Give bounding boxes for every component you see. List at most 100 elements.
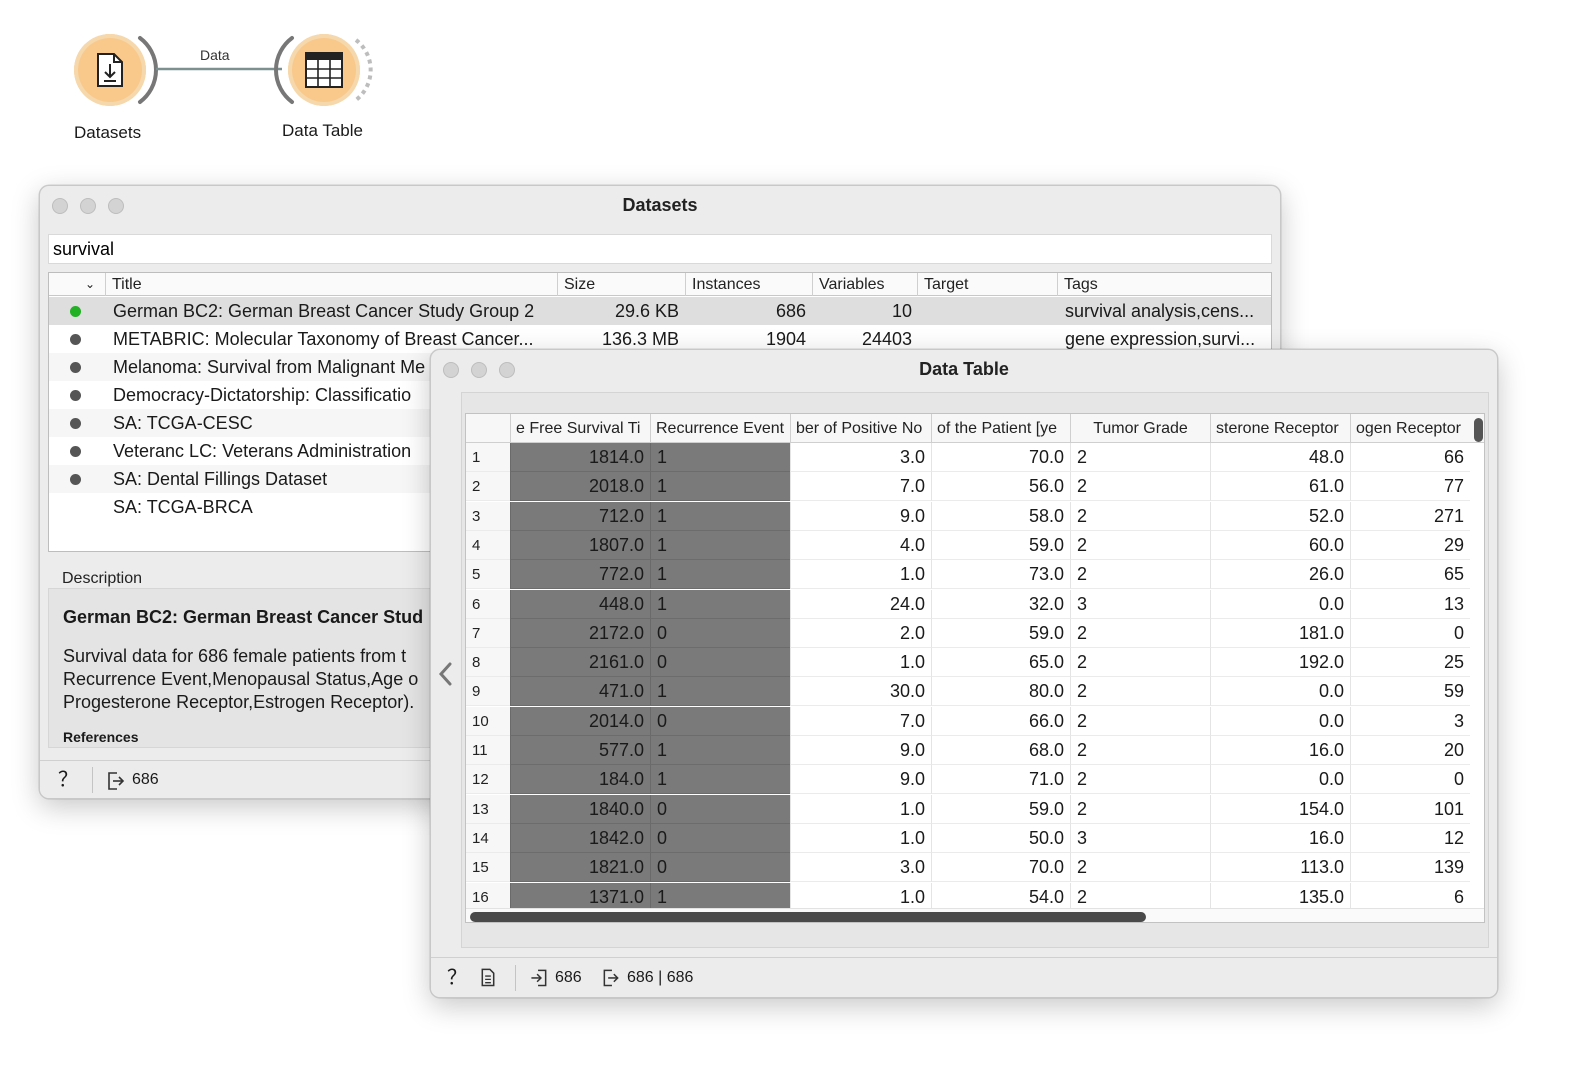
minimize-window-button[interactable] xyxy=(80,198,96,214)
column-header-positive-nodes[interactable]: ber of Positive No xyxy=(790,414,931,443)
table-row[interactable]: 3 712.0 1 9.0 58.0 2 52.0 271 xyxy=(466,501,1470,531)
cell-estrogen-receptor[interactable]: 271 xyxy=(1350,501,1470,531)
cell-progesterone-receptor[interactable]: 26.0 xyxy=(1210,560,1350,590)
cell-estrogen-receptor[interactable]: 3 xyxy=(1350,706,1470,736)
cell-tumor-grade[interactable]: 3 xyxy=(1070,823,1210,853)
row-number[interactable]: 9 xyxy=(466,677,510,707)
table-row[interactable]: 4 1807.0 1 4.0 59.0 2 60.0 29 xyxy=(466,530,1470,560)
cell-progesterone-receptor[interactable]: 16.0 xyxy=(1210,736,1350,765)
row-number[interactable]: 13 xyxy=(466,794,510,824)
row-number[interactable]: 7 xyxy=(466,618,510,648)
cell-recurrence-event[interactable]: 0 xyxy=(650,823,790,853)
cell-tumor-grade[interactable]: 2 xyxy=(1070,794,1210,824)
cell-patient-age[interactable]: 68.0 xyxy=(931,736,1070,765)
cell-survival-time[interactable]: 1821.0 xyxy=(510,853,650,883)
datasets-node[interactable]: Datasets xyxy=(0,0,160,150)
vertical-scrollbar[interactable] xyxy=(1474,418,1483,442)
column-header-tags[interactable]: Tags xyxy=(1057,273,1273,296)
row-number[interactable]: 1 xyxy=(466,443,510,472)
cell-positive-nodes[interactable]: 3.0 xyxy=(790,443,931,472)
minimize-window-button[interactable] xyxy=(471,362,487,378)
sort-chevron-icon[interactable]: ⌄ xyxy=(85,273,95,296)
cell-positive-nodes[interactable]: 1.0 xyxy=(790,560,931,590)
cell-tumor-grade[interactable]: 2 xyxy=(1070,560,1210,590)
cell-positive-nodes[interactable]: 9.0 xyxy=(790,765,931,795)
cell-tumor-grade[interactable]: 2 xyxy=(1070,618,1210,648)
cell-survival-time[interactable]: 772.0 xyxy=(510,560,650,590)
row-number[interactable]: 5 xyxy=(466,560,510,590)
table-row[interactable]: 8 2161.0 0 1.0 65.0 2 192.0 25 xyxy=(466,648,1470,678)
cell-recurrence-event[interactable]: 0 xyxy=(650,706,790,736)
cell-survival-time[interactable]: 1814.0 xyxy=(510,443,650,472)
help-icon[interactable]: ？ xyxy=(58,761,78,798)
cell-progesterone-receptor[interactable]: 48.0 xyxy=(1210,443,1350,472)
cell-progesterone-receptor[interactable]: 154.0 xyxy=(1210,794,1350,824)
column-header-instances[interactable]: Instances xyxy=(685,273,812,296)
table-row[interactable]: 10 2014.0 0 7.0 66.0 2 0.0 3 xyxy=(466,706,1470,736)
cell-positive-nodes[interactable]: 24.0 xyxy=(790,589,931,619)
cell-positive-nodes[interactable]: 4.0 xyxy=(790,530,931,560)
row-number[interactable]: 11 xyxy=(466,736,510,765)
cell-recurrence-event[interactable]: 1 xyxy=(650,560,790,590)
report-icon[interactable] xyxy=(479,958,497,996)
row-number[interactable]: 6 xyxy=(466,589,510,619)
table-row[interactable]: 9 471.0 1 30.0 80.0 2 0.0 59 xyxy=(466,677,1470,707)
cell-positive-nodes[interactable]: 9.0 xyxy=(790,736,931,765)
corner-header-cell[interactable] xyxy=(466,414,510,443)
cell-tumor-grade[interactable]: 2 xyxy=(1070,853,1210,883)
cell-estrogen-receptor[interactable]: 59 xyxy=(1350,677,1470,707)
cell-tumor-grade[interactable]: 2 xyxy=(1070,677,1210,707)
cell-patient-age[interactable]: 56.0 xyxy=(931,472,1070,502)
cell-recurrence-event[interactable]: 0 xyxy=(650,794,790,824)
cell-survival-time[interactable]: 1807.0 xyxy=(510,530,650,560)
table-row[interactable]: 15 1821.0 0 3.0 70.0 2 113.0 139 xyxy=(466,853,1470,883)
cell-patient-age[interactable]: 59.0 xyxy=(931,794,1070,824)
cell-tumor-grade[interactable]: 3 xyxy=(1070,589,1210,619)
cell-survival-time[interactable]: 1842.0 xyxy=(510,823,650,853)
column-header-target[interactable]: Target xyxy=(917,273,1057,296)
cell-tumor-grade[interactable]: 2 xyxy=(1070,765,1210,795)
collapse-panel-chevron-icon[interactable] xyxy=(437,660,455,688)
cell-progesterone-receptor[interactable]: 113.0 xyxy=(1210,853,1350,883)
cell-positive-nodes[interactable]: 9.0 xyxy=(790,501,931,531)
cell-survival-time[interactable]: 1840.0 xyxy=(510,794,650,824)
cell-patient-age[interactable]: 73.0 xyxy=(931,560,1070,590)
zoom-window-button[interactable] xyxy=(108,198,124,214)
cell-estrogen-receptor[interactable]: 0 xyxy=(1350,618,1470,648)
cell-positive-nodes[interactable]: 7.0 xyxy=(790,706,931,736)
cell-survival-time[interactable]: 577.0 xyxy=(510,736,650,765)
cell-recurrence-event[interactable]: 1 xyxy=(650,443,790,472)
row-number[interactable]: 12 xyxy=(466,765,510,795)
cell-positive-nodes[interactable]: 2.0 xyxy=(790,618,931,648)
row-number[interactable]: 8 xyxy=(466,648,510,678)
close-window-button[interactable] xyxy=(52,198,68,214)
cell-survival-time[interactable]: 471.0 xyxy=(510,677,650,707)
cell-recurrence-event[interactable]: 0 xyxy=(650,853,790,883)
horizontal-scrollbar-thumb[interactable] xyxy=(470,912,1146,922)
row-number[interactable]: 10 xyxy=(466,706,510,736)
table-row[interactable]: 6 448.0 1 24.0 32.0 3 0.0 13 xyxy=(466,589,1470,619)
row-number[interactable]: 14 xyxy=(466,823,510,853)
cell-progesterone-receptor[interactable]: 192.0 xyxy=(1210,648,1350,678)
cell-tumor-grade[interactable]: 2 xyxy=(1070,648,1210,678)
cell-patient-age[interactable]: 58.0 xyxy=(931,501,1070,531)
table-row[interactable]: 13 1840.0 0 1.0 59.0 2 154.0 101 xyxy=(466,794,1470,824)
cell-patient-age[interactable]: 59.0 xyxy=(931,530,1070,560)
cell-progesterone-receptor[interactable]: 181.0 xyxy=(1210,618,1350,648)
cell-recurrence-event[interactable]: 0 xyxy=(650,618,790,648)
cell-recurrence-event[interactable]: 1 xyxy=(650,501,790,531)
cell-progesterone-receptor[interactable]: 52.0 xyxy=(1210,501,1350,531)
close-window-button[interactable] xyxy=(443,362,459,378)
cell-survival-time[interactable]: 2161.0 xyxy=(510,648,650,678)
table-row[interactable]: 5 772.0 1 1.0 73.0 2 26.0 65 xyxy=(466,560,1470,590)
table-row[interactable]: 14 1842.0 0 1.0 50.0 3 16.0 12 xyxy=(466,823,1470,853)
dataset-row[interactable]: German BC2: German Breast Cancer Study G… xyxy=(49,297,1271,325)
cell-estrogen-receptor[interactable]: 0 xyxy=(1350,765,1470,795)
cell-survival-time[interactable]: 2018.0 xyxy=(510,472,650,502)
cell-patient-age[interactable]: 65.0 xyxy=(931,648,1070,678)
dataset-search-input[interactable] xyxy=(48,234,1272,264)
cell-recurrence-event[interactable]: 1 xyxy=(650,765,790,795)
column-header-recurrence-event[interactable]: Recurrence Event xyxy=(650,414,790,443)
cell-patient-age[interactable]: 70.0 xyxy=(931,853,1070,883)
horizontal-scrollbar-track[interactable] xyxy=(466,908,1484,922)
